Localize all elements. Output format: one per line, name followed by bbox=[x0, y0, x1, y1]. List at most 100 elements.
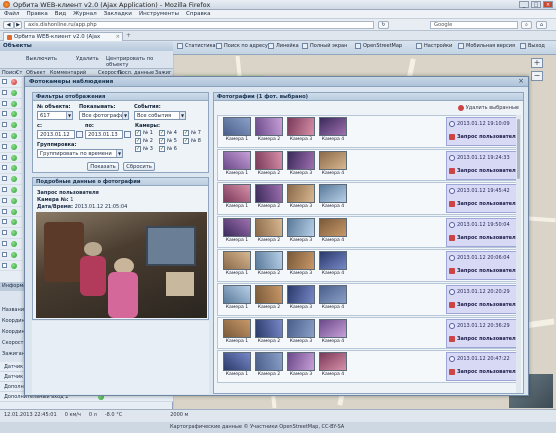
row-checkbox[interactable] bbox=[2, 230, 7, 236]
camera-thumbnail[interactable]: Камера 1 bbox=[222, 217, 252, 243]
camera-thumbnail[interactable]: Камера 3 bbox=[286, 117, 316, 142]
minimize-button[interactable]: _ bbox=[519, 1, 529, 8]
camera-thumbnail[interactable]: Камера 2 bbox=[254, 150, 284, 176]
photo-row[interactable]: Камера 1 Камера 2 Камера 3 Камера 4 2013.01.… bbox=[217, 215, 521, 249]
camera-thumbnail[interactable]: Камера 4 bbox=[318, 117, 348, 142]
photo-thumbnail[interactable] bbox=[319, 117, 347, 136]
row-checkbox[interactable] bbox=[2, 122, 7, 128]
row-checkbox[interactable] bbox=[2, 262, 7, 268]
object-row[interactable] bbox=[0, 163, 22, 175]
photo-row[interactable]: Камера 1 Камера 2 Камера 3 Камера 4 2013.01.… bbox=[217, 282, 521, 316]
row-checkbox[interactable] bbox=[2, 143, 7, 149]
camera-thumbnail[interactable]: Камера 1 bbox=[222, 117, 252, 142]
photo-thumbnail[interactable] bbox=[255, 217, 283, 237]
delete-selected-button[interactable]: Удалить выбранные bbox=[457, 105, 519, 111]
mobile-version-button[interactable]: Мобильная версия bbox=[458, 43, 515, 49]
camera-thumbnail[interactable]: Камера 3 bbox=[286, 352, 316, 377]
photo-thumbnail[interactable] bbox=[223, 150, 251, 170]
logout-button[interactable]: Выход bbox=[520, 43, 545, 49]
camera-1-checkbox[interactable]: ✓ № 1 bbox=[135, 130, 153, 136]
object-row[interactable] bbox=[0, 174, 22, 185]
object-row[interactable] bbox=[0, 142, 22, 153]
row-checkbox[interactable] bbox=[2, 154, 7, 160]
photo-thumbnail[interactable] bbox=[287, 352, 315, 372]
scrollbar-thumb[interactable] bbox=[517, 119, 520, 179]
camera-thumbnail[interactable]: Камера 2 bbox=[254, 284, 284, 310]
camera-thumbnail[interactable]: Камера 4 bbox=[318, 184, 348, 209]
settings-button[interactable]: Настройки bbox=[416, 43, 452, 49]
reset-button[interactable]: Сбросить bbox=[123, 162, 155, 171]
url-field[interactable]: axis.dishonline.ru/app.php bbox=[24, 21, 374, 29]
maximize-button[interactable]: □ bbox=[531, 1, 541, 8]
photo-thumbnail[interactable] bbox=[255, 284, 283, 304]
camera-7-checkbox[interactable]: ✓ № 7 bbox=[183, 130, 201, 136]
row-checkbox[interactable] bbox=[2, 132, 7, 138]
date-from-input[interactable]: 2013.01.12 bbox=[37, 130, 75, 139]
close-window-button[interactable]: × bbox=[543, 1, 553, 8]
close-tab-icon[interactable]: × bbox=[115, 33, 120, 41]
photo-thumbnail[interactable] bbox=[287, 251, 315, 271]
object-row[interactable] bbox=[0, 77, 22, 88]
photo-thumbnail[interactable] bbox=[287, 117, 315, 136]
object-row[interactable] bbox=[0, 207, 22, 218]
object-row[interactable] bbox=[0, 250, 22, 261]
camera-5-checkbox[interactable]: ✓ № 5 bbox=[159, 138, 177, 144]
calendar-icon[interactable] bbox=[76, 131, 83, 138]
address-search-button[interactable]: Поиск по адресу bbox=[216, 43, 268, 49]
object-row[interactable] bbox=[0, 217, 22, 229]
camera-thumbnail[interactable]: Камера 1 bbox=[222, 150, 252, 176]
camera-thumbnail[interactable]: Камера 4 bbox=[318, 150, 348, 176]
camera-thumbnail[interactable]: Камера 3 bbox=[286, 318, 316, 344]
map-layer-select[interactable]: OpenStreetMap bbox=[355, 43, 402, 49]
row-checkbox[interactable] bbox=[2, 186, 7, 192]
home-icon[interactable]: ⌂ bbox=[536, 21, 547, 29]
photo-thumbnail[interactable] bbox=[223, 117, 251, 136]
photo-row[interactable]: Камера 1 Камера 2 Камера 3 Камера 4 2013.01.… bbox=[217, 350, 521, 383]
camera-4-checkbox[interactable]: ✓ № 4 bbox=[159, 130, 177, 136]
disable-button[interactable]: Выключить bbox=[26, 56, 57, 62]
camera-thumbnail[interactable]: Камера 1 bbox=[222, 184, 252, 209]
events-select[interactable]: Все события ▼ bbox=[134, 111, 186, 120]
camera-thumbnail[interactable]: Камера 3 bbox=[286, 184, 316, 209]
photo-row[interactable]: Камера 1 Камера 2 Камера 3 Камера 4 2013.01.… bbox=[217, 249, 521, 282]
menu-edit[interactable]: Правка bbox=[26, 11, 47, 17]
camera-8-checkbox[interactable]: ✓ № 8 bbox=[183, 138, 201, 144]
menu-bookmarks[interactable]: Закладки bbox=[104, 11, 132, 17]
row-checkbox[interactable] bbox=[2, 176, 7, 182]
camera-thumbnail[interactable]: Камера 1 bbox=[222, 318, 252, 344]
photo-thumbnail[interactable] bbox=[223, 352, 251, 372]
photo-thumbnail[interactable] bbox=[223, 284, 251, 304]
row-checkbox[interactable] bbox=[2, 208, 7, 214]
row-checkbox[interactable] bbox=[2, 219, 7, 225]
object-row[interactable] bbox=[0, 196, 22, 207]
menu-view[interactable]: Вид bbox=[55, 11, 66, 17]
new-tab-button[interactable]: + bbox=[126, 32, 135, 40]
row-checkbox[interactable] bbox=[2, 89, 7, 95]
object-row[interactable] bbox=[0, 99, 22, 110]
zoom-out-button[interactable]: − bbox=[531, 71, 543, 81]
camera-thumbnail[interactable]: Камера 3 bbox=[286, 150, 316, 176]
menu-history[interactable]: Журнал bbox=[73, 11, 97, 17]
photo-thumbnail[interactable] bbox=[319, 352, 347, 372]
photo-thumbnail[interactable] bbox=[255, 184, 283, 204]
camera-thumbnail[interactable]: Камера 1 bbox=[222, 251, 252, 276]
camera-thumbnail[interactable]: Камера 4 bbox=[318, 352, 348, 377]
photo-thumbnail[interactable] bbox=[319, 184, 347, 204]
camera-thumbnail[interactable]: Камера 2 bbox=[254, 352, 284, 377]
group-select[interactable]: Группировать по времени ▼ bbox=[37, 149, 123, 158]
row-checkbox[interactable] bbox=[2, 251, 7, 257]
object-row[interactable] bbox=[0, 239, 22, 250]
photo-thumbnail[interactable] bbox=[287, 184, 315, 204]
camera-3-checkbox[interactable]: ✓ № 3 bbox=[135, 146, 153, 152]
row-checkbox[interactable] bbox=[2, 111, 7, 117]
photo-thumbnail[interactable] bbox=[223, 217, 251, 237]
menu-tools[interactable]: Инструменты bbox=[139, 11, 179, 17]
object-row[interactable] bbox=[0, 153, 22, 164]
photo-thumbnail[interactable] bbox=[319, 318, 347, 338]
photo-thumbnail[interactable] bbox=[319, 217, 347, 237]
photo-row[interactable]: Камера 1 Камера 2 Камера 3 Камера 4 2013.01.… bbox=[217, 316, 521, 350]
statistics-button[interactable]: Статистика bbox=[177, 43, 216, 49]
photo-thumbnail[interactable] bbox=[255, 318, 283, 338]
delete-button[interactable]: Удалить bbox=[76, 56, 99, 62]
camera-thumbnail[interactable]: Камера 4 bbox=[318, 251, 348, 276]
